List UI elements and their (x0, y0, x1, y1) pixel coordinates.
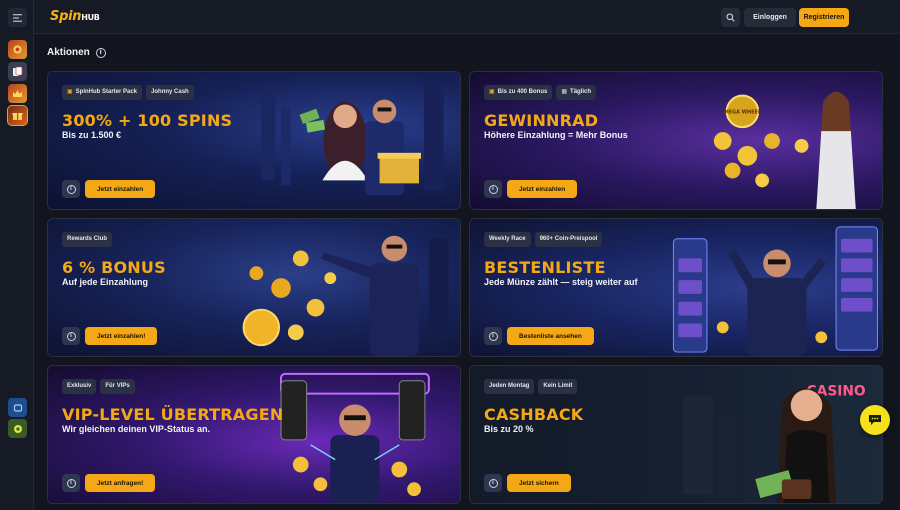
promo-card-cashback[interactable]: CASINO Jeden Montag Kein Limit CASHBACK … (469, 365, 883, 504)
promo-tag: ▣ SpinHub Starter Pack (62, 85, 143, 100)
promo-subtitle: Bis zu 1.500 € (62, 130, 122, 140)
crown-category-icon[interactable] (8, 84, 27, 103)
promo-cta-button[interactable]: Jetzt einzahlen (507, 180, 578, 198)
info-icon: i (488, 478, 498, 488)
svg-text:MEGA WHEEL: MEGA WHEEL (724, 109, 761, 115)
promo-title: GEWINNRAD (484, 111, 599, 130)
promo-illustration: MEGA WHEEL (713, 91, 856, 209)
promo-tag: 960+ Coin-Preispool (534, 232, 603, 247)
promo-card-vip[interactable]: Exklusiv Für VIPs VIP-LEVEL ÜBERTRAGEN W… (47, 365, 461, 504)
promo-tag: ▦ Täglich (556, 85, 597, 100)
register-button[interactable]: Registrieren (799, 8, 849, 27)
promo-tag: Exklusiv (62, 379, 97, 394)
promo-illustration (242, 235, 449, 356)
left-rail (0, 0, 34, 510)
promo-info-button[interactable]: i (62, 474, 80, 492)
promo-info-button[interactable]: i (62, 327, 80, 345)
promo-title: BESTENLISTE (484, 258, 606, 277)
language-icon[interactable] (8, 419, 27, 438)
promo-title: CASHBACK (484, 405, 584, 424)
promo-cta-button[interactable]: Jetzt einzahlen! (85, 327, 158, 345)
promo-cta-button[interactable]: Bestenliste ansehen (507, 327, 594, 345)
promo-tag: Rewards Club (62, 232, 113, 247)
promo-illustration (280, 372, 430, 503)
promo-subtitle: Bis zu 20 % (484, 424, 534, 434)
search-button[interactable] (721, 8, 740, 27)
info-icon: i (488, 184, 498, 194)
promo-cta-button[interactable]: Jetzt sichern (507, 474, 571, 492)
info-icon[interactable]: i (95, 47, 106, 58)
promo-info-button[interactable]: i (484, 327, 502, 345)
promo-tag: Johnny Cash (146, 85, 194, 100)
promo-title: VIP-LEVEL ÜBERTRAGEN (62, 405, 284, 424)
promo-subtitle: Wir gleichen deinen VIP-Status an. (62, 424, 210, 434)
promo-tag: Weekly Race (484, 232, 531, 247)
promo-cta-button[interactable]: Jetzt anfragen! (85, 474, 156, 492)
promo-illustration: CASINO (683, 384, 866, 503)
promo-info-button[interactable]: i (484, 474, 502, 492)
slots-category-icon[interactable] (8, 40, 27, 59)
promo-info-button[interactable]: i (62, 180, 80, 198)
promo-cta-button[interactable]: Jetzt einzahlen (85, 180, 156, 198)
promo-subtitle: Jede Münze zählt — steig weiter auf (484, 277, 638, 287)
search-icon (726, 13, 735, 22)
promo-tag: ▣ Bis zu 400 Bonus (484, 85, 553, 100)
calendar-icon: ▦ (561, 89, 568, 95)
promo-card-rewards[interactable]: Rewards Club 6 % BONUS Auf jede Einzahlu… (47, 218, 461, 357)
promo-tag: Jeden Montag (484, 379, 535, 394)
gift-icon: ▣ (67, 89, 73, 95)
brand-logo[interactable]: SpinHUB (50, 9, 100, 24)
page-title: Aktionen (47, 47, 90, 58)
promo-title: 300% + 100 SPINS (62, 111, 233, 130)
promo-subtitle: Auf jede Einzahlung (62, 277, 149, 287)
info-icon: i (66, 478, 76, 488)
promo-tag: Kein Limit (538, 379, 578, 394)
support-icon[interactable] (8, 398, 27, 417)
promo-subtitle: Höhere Einzahlung = Mehr Bonus (484, 130, 628, 140)
promo-illustration (672, 226, 878, 356)
login-button[interactable]: Einloggen (744, 8, 796, 27)
promo-title: 6 % BONUS (62, 258, 166, 277)
live-chat-button[interactable] (860, 405, 890, 435)
promo-card-leaderboard[interactable]: Weekly Race 960+ Coin-Preispool BESTENLI… (469, 218, 883, 357)
promo-card-wheel[interactable]: MEGA WHEEL ▣ Bis zu 400 Bonus ▦ Täglich GE… (469, 71, 883, 210)
cards-category-icon[interactable] (8, 62, 27, 81)
section-header: Aktionen i (47, 47, 106, 58)
promo-illustration (261, 81, 444, 196)
promo-info-button[interactable]: i (484, 180, 502, 198)
info-icon: i (488, 331, 498, 341)
info-icon: i (66, 331, 76, 341)
chat-bubble-icon (869, 415, 881, 425)
promotions-gift-icon[interactable] (7, 105, 28, 126)
promo-tag: Für VIPs (100, 379, 135, 394)
promo-card-starter-pack[interactable]: ▣ SpinHub Starter Pack Johnny Cash 300% +… (47, 71, 461, 210)
menu-icon[interactable] (8, 8, 27, 27)
gift-icon: ▣ (489, 89, 495, 95)
info-icon: i (66, 184, 76, 194)
